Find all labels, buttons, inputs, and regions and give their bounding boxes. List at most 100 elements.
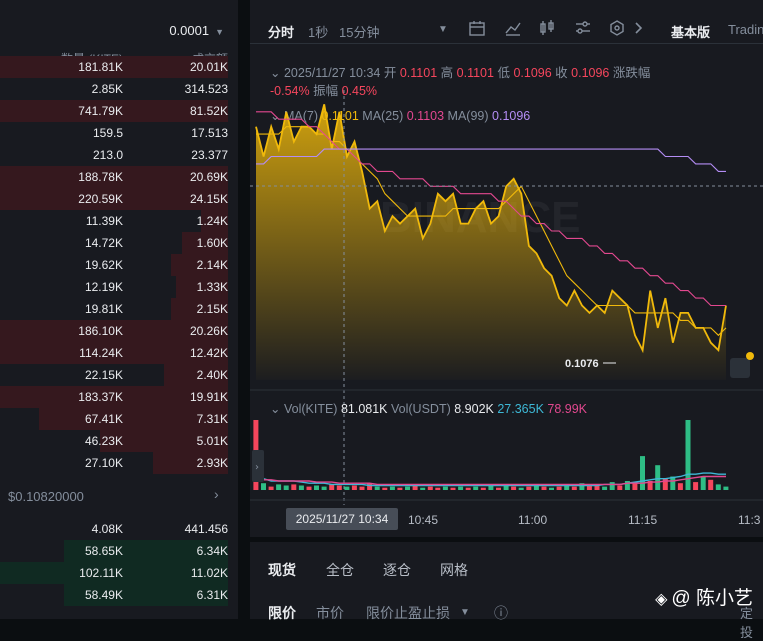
ask-row[interactable]: 159.5 17.513 bbox=[0, 122, 238, 144]
x-tick: 11:3 bbox=[738, 513, 761, 527]
bid-list: 4.08K 441.456 58.65K 6.34K 102.11K 11.02K 58.4… bbox=[0, 518, 238, 606]
volume-bar bbox=[306, 486, 312, 490]
volume-bar bbox=[382, 487, 388, 490]
price-chart[interactable]: BINANCE 0.1076 › bbox=[250, 0, 763, 537]
chevron-right-icon[interactable]: › bbox=[214, 486, 219, 502]
x-tick: 11:00 bbox=[518, 513, 548, 527]
order-total: 23.377 bbox=[191, 148, 228, 162]
order-qty: 22.15K bbox=[84, 368, 123, 382]
chevron-down-icon[interactable]: ▼ bbox=[460, 607, 470, 618]
volume-bar bbox=[458, 486, 464, 490]
order-type-market[interactable]: 市价 bbox=[316, 603, 344, 623]
order-qty: 46.23K bbox=[84, 434, 123, 448]
ask-row[interactable]: 181.81K 20.01K bbox=[0, 56, 238, 78]
ask-row[interactable]: 22.15K 2.40K bbox=[0, 364, 238, 386]
bid-row[interactable]: 102.11K 11.02K bbox=[0, 562, 238, 584]
volume-bar bbox=[571, 486, 577, 490]
volume-bar bbox=[276, 484, 282, 490]
order-total: 17.513 bbox=[191, 126, 228, 140]
vol-value-b: 78.99K bbox=[547, 402, 588, 416]
volume-layer bbox=[253, 420, 729, 490]
order-qty: 183.37K bbox=[78, 390, 123, 404]
order-type-stop-limit[interactable]: 限价止盈止损 bbox=[366, 603, 450, 623]
order-qty: 2.85K bbox=[91, 82, 123, 96]
volume-bar bbox=[693, 482, 699, 490]
volume-bar bbox=[283, 485, 289, 490]
volume-bar bbox=[405, 486, 410, 490]
order-qty: 102.11K bbox=[79, 566, 123, 580]
volume-bar bbox=[723, 486, 729, 490]
bid-row[interactable]: 4.08K 441.456 bbox=[0, 518, 238, 540]
volume-bar bbox=[344, 486, 350, 490]
order-qty: 12.19K bbox=[84, 280, 123, 294]
volume-bar bbox=[359, 486, 365, 490]
collapse-icon[interactable]: ⌄ bbox=[270, 402, 280, 416]
bid-row[interactable]: 58.49K 6.31K bbox=[0, 584, 238, 606]
volume-bar bbox=[609, 482, 615, 490]
volume-bar bbox=[336, 485, 342, 490]
order-qty: 4.08K bbox=[91, 522, 123, 536]
order-total: 314.523 bbox=[184, 82, 228, 96]
order-total: 7.31K bbox=[196, 412, 228, 426]
order-book-header: 数量 (KITE) 成交额 bbox=[0, 30, 238, 66]
order-qty: 27.10K bbox=[84, 456, 123, 470]
order-total: 1.24K bbox=[196, 214, 228, 228]
volume-bar bbox=[617, 485, 623, 490]
chart-expand-icon[interactable] bbox=[730, 358, 750, 378]
author-watermark: ◈ @ 陈小艺 bbox=[655, 583, 753, 610]
ask-row[interactable]: 19.62K 2.14K bbox=[0, 254, 238, 276]
price-layer bbox=[255, 104, 727, 381]
tab-cross[interactable]: 全仓 bbox=[326, 560, 354, 580]
volume-bar bbox=[632, 483, 638, 490]
low-price-marker: 0.1076 bbox=[565, 358, 599, 370]
ask-row[interactable]: 220.59K 24.15K bbox=[0, 188, 238, 210]
volume-bar bbox=[427, 486, 433, 490]
volume-bar bbox=[329, 484, 335, 490]
order-qty: 11.39K bbox=[85, 214, 123, 228]
ask-row[interactable]: 213.0 23.377 bbox=[0, 144, 238, 166]
volume-bar bbox=[351, 485, 357, 490]
info-icon[interactable]: ⓘ bbox=[494, 603, 508, 623]
order-total: 2.15K bbox=[196, 302, 228, 316]
tab-isolated[interactable]: 逐仓 bbox=[383, 560, 411, 580]
ask-row[interactable]: 2.85K 314.523 bbox=[0, 78, 238, 100]
ask-row[interactable]: 114.24K 12.42K bbox=[0, 342, 238, 364]
volume-bar bbox=[549, 487, 554, 490]
ask-row[interactable]: 186.10K 20.26K bbox=[0, 320, 238, 342]
order-total: 20.69K bbox=[189, 170, 228, 184]
order-type-limit[interactable]: 限价 bbox=[268, 603, 296, 623]
order-qty: 741.79K bbox=[78, 104, 123, 118]
bid-row[interactable]: 58.65K 6.34K bbox=[0, 540, 238, 562]
order-qty: 220.59K bbox=[78, 192, 123, 206]
order-total: 1.33K bbox=[196, 280, 228, 294]
ask-row[interactable]: 46.23K 5.01K bbox=[0, 430, 238, 452]
volume-bar bbox=[640, 456, 645, 490]
tab-grid[interactable]: 网格 bbox=[440, 560, 468, 580]
order-qty: 19.62K bbox=[84, 258, 123, 272]
volume-bar bbox=[450, 487, 456, 490]
volume-bar bbox=[314, 485, 319, 490]
order-total: 2.93K bbox=[196, 456, 228, 470]
volume-bar bbox=[496, 487, 501, 490]
ask-row[interactable]: 188.78K 20.69K bbox=[0, 166, 238, 188]
ask-row[interactable]: 183.37K 19.91K bbox=[0, 386, 238, 408]
ask-row[interactable]: 14.72K 1.60K bbox=[0, 232, 238, 254]
order-total: 12.42K bbox=[189, 346, 228, 360]
ask-row[interactable]: 27.10K 2.93K bbox=[0, 452, 238, 474]
order-qty: 67.41K bbox=[84, 412, 123, 426]
price-area bbox=[256, 104, 726, 381]
ask-row[interactable]: 67.41K 7.31K bbox=[0, 408, 238, 430]
order-qty: 114.24K bbox=[79, 346, 123, 360]
order-qty: 159.5 bbox=[92, 126, 123, 140]
volume-bar bbox=[511, 486, 517, 490]
ask-row[interactable]: 741.79K 81.52K bbox=[0, 100, 238, 122]
volume-bar bbox=[602, 486, 608, 490]
ask-row[interactable]: 12.19K 1.33K bbox=[0, 276, 238, 298]
order-qty: 58.65K bbox=[84, 544, 123, 558]
mark-price-row[interactable]: $0.10820000 › bbox=[0, 474, 238, 518]
ask-row[interactable]: 19.81K 2.15K bbox=[0, 298, 238, 320]
tab-spot[interactable]: 现货 bbox=[268, 560, 296, 580]
ask-row[interactable]: 11.39K 1.24K bbox=[0, 210, 238, 232]
order-total: 6.34K bbox=[196, 544, 228, 558]
volume-legend: ⌄ Vol(KITE) 81.081K Vol(USDT) 8.902K 27.… bbox=[270, 401, 587, 416]
